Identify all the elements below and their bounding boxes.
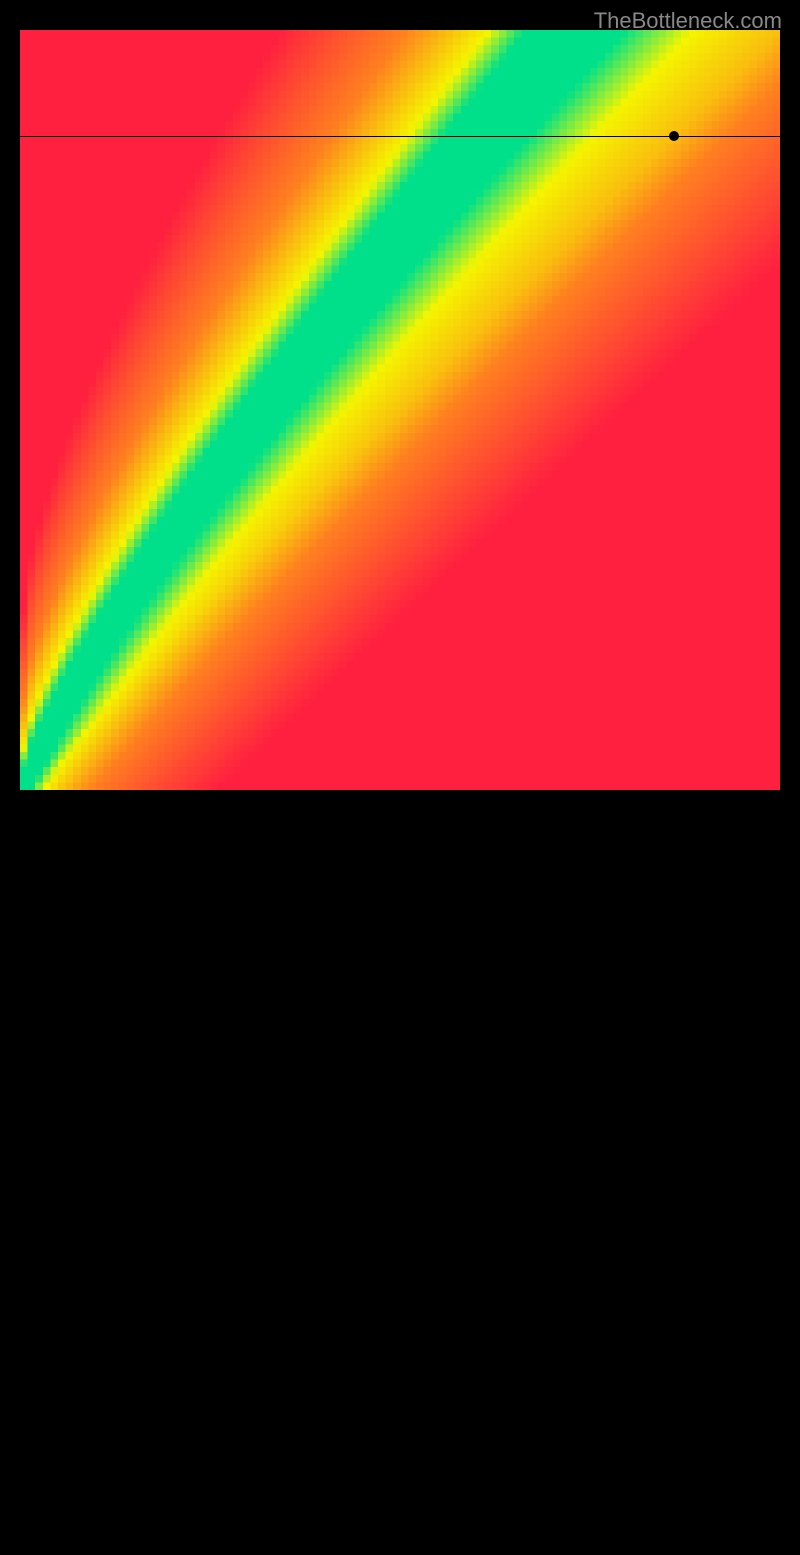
heatmap-canvas <box>20 30 780 790</box>
watermark-text: TheBottleneck.com <box>594 8 782 34</box>
data-point-marker <box>669 131 679 141</box>
crosshair-vertical <box>674 795 675 1555</box>
heatmap-chart <box>20 30 780 790</box>
crosshair-horizontal <box>20 136 780 137</box>
